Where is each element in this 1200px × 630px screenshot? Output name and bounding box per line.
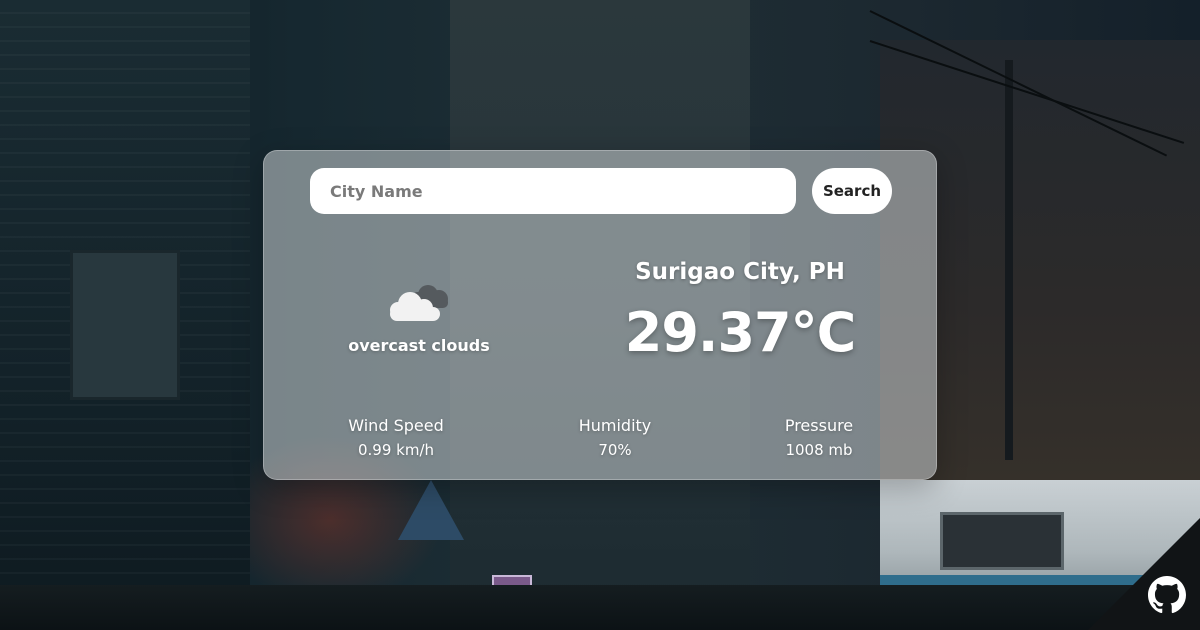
humidity-stat: Humidity 70% (525, 416, 705, 459)
wind-speed-stat: Wind Speed 0.99 km/h (306, 416, 486, 459)
github-icon (1148, 576, 1186, 614)
weather-card: Search overcast clouds Surigao City, PH … (263, 150, 937, 480)
overcast-cloud-icon (390, 285, 448, 321)
weather-description: overcast clouds (348, 336, 490, 355)
background-wire (869, 10, 1168, 157)
wind-speed-value: 0.99 km/h (357, 441, 435, 459)
background-window (70, 250, 180, 400)
pressure-value: 1008 mb (785, 441, 853, 459)
background-utility-pole (1005, 60, 1013, 460)
background-building-left (0, 0, 250, 630)
background-wire (869, 40, 1185, 144)
search-button[interactable]: Search (812, 168, 892, 214)
location-label: Surigao City, PH (635, 259, 845, 285)
humidity-label: Humidity (578, 416, 652, 435)
humidity-value: 70% (598, 441, 632, 459)
wind-speed-label: Wind Speed (348, 416, 444, 435)
github-corner-link[interactable] (1088, 518, 1200, 630)
background-street (0, 585, 1200, 630)
background-vending-machine (492, 575, 532, 630)
pressure-stat: Pressure 1008 mb (729, 416, 909, 459)
background-train-window (940, 512, 1064, 570)
background-street-sign (398, 480, 464, 540)
pressure-label: Pressure (784, 416, 854, 435)
temperature-readout: 29.37°C (624, 301, 856, 364)
city-search-input[interactable] (310, 168, 796, 214)
